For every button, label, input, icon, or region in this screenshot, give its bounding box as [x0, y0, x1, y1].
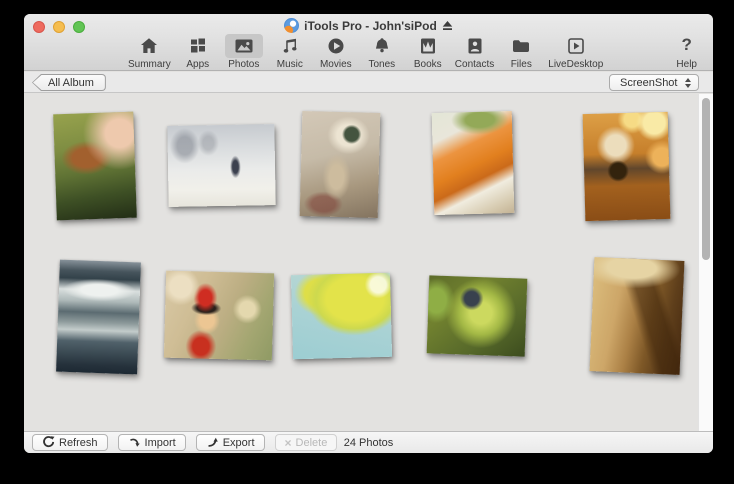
tab-tones[interactable]: Tones: [363, 34, 401, 70]
photo-starbucks-bokeh[interactable]: [583, 112, 671, 221]
tab-contacts[interactable]: Contacts: [455, 34, 494, 70]
book-icon: [409, 34, 447, 58]
export-button[interactable]: Export: [196, 434, 265, 451]
export-arrow-icon: [206, 435, 219, 451]
photo-snow-walker[interactable]: [167, 124, 275, 207]
live-desktop-icon: [557, 34, 595, 58]
photo-red-hat-doll[interactable]: [164, 271, 274, 361]
photo-yellow-balloons[interactable]: [291, 273, 392, 360]
titlebar: iTools Pro - John'siPod: [24, 17, 713, 34]
screenshot-canvas: iTools Pro - John'siPod Summary Apps: [0, 0, 734, 484]
scrollbar-track[interactable]: [698, 94, 713, 431]
eject-icon[interactable]: [442, 20, 453, 31]
import-button[interactable]: Import: [118, 434, 186, 451]
bell-icon: [363, 34, 401, 58]
refresh-icon: [42, 435, 55, 451]
tab-files[interactable]: Files: [502, 34, 540, 70]
help-button[interactable]: ? Help: [676, 34, 697, 70]
contact-card-icon: [456, 34, 494, 58]
stepper-arrows-icon: [685, 78, 691, 88]
tab-music[interactable]: Music: [271, 34, 309, 70]
tab-books[interactable]: Books: [409, 34, 447, 70]
tab-movies[interactable]: Movies: [317, 34, 355, 70]
photo-autumn-bench[interactable]: [590, 257, 685, 375]
x-icon: ×: [285, 437, 292, 449]
scrollbar-thumb[interactable]: [702, 98, 710, 260]
refresh-button[interactable]: Refresh: [32, 434, 108, 451]
itools-window: iTools Pro - John'siPod Summary Apps: [24, 14, 713, 453]
movies-play-icon: [317, 34, 355, 58]
itools-app-icon: [284, 18, 299, 33]
question-mark-icon: ?: [682, 34, 692, 58]
window-title: iTools Pro - John'siPod: [304, 19, 437, 33]
house-icon: [130, 34, 168, 58]
delete-button[interactable]: × Delete: [275, 434, 338, 451]
tab-livedesktop[interactable]: LiveDesktop: [548, 34, 603, 70]
album-dropdown[interactable]: ScreenShot: [609, 74, 699, 91]
statusbar: 24 Photos Refresh Import: [24, 431, 713, 453]
tab-photos[interactable]: Photos: [225, 34, 263, 70]
pathbar: All Album ScreenShot: [24, 72, 713, 93]
photo-grid: [24, 94, 713, 431]
apps-grid-icon: [179, 34, 217, 58]
statusbar-buttons: Refresh Import Export × Delete: [32, 434, 337, 451]
music-notes-icon: [271, 34, 309, 58]
all-album-label: All Album: [33, 75, 105, 90]
tab-summary[interactable]: Summary: [128, 34, 171, 70]
photo-squirrel-kiss[interactable]: [53, 112, 137, 221]
album-dropdown-value: ScreenShot: [620, 77, 677, 89]
photo-starbucks-cup-figurine[interactable]: [300, 111, 381, 218]
photo-mountain-lake[interactable]: [56, 260, 141, 375]
photos-icon: [225, 34, 263, 58]
photo-carrot-on-book[interactable]: [432, 111, 515, 215]
tab-apps[interactable]: Apps: [179, 34, 217, 70]
folder-icon: [502, 34, 540, 58]
photo-dragonfly-closeup[interactable]: [427, 275, 528, 356]
window-header: iTools Pro - John'siPod Summary Apps: [24, 14, 713, 71]
import-arrow-icon: [128, 435, 141, 451]
main-toolbar: Summary Apps Photos: [128, 34, 603, 70]
all-album-back-button[interactable]: All Album: [32, 74, 106, 91]
